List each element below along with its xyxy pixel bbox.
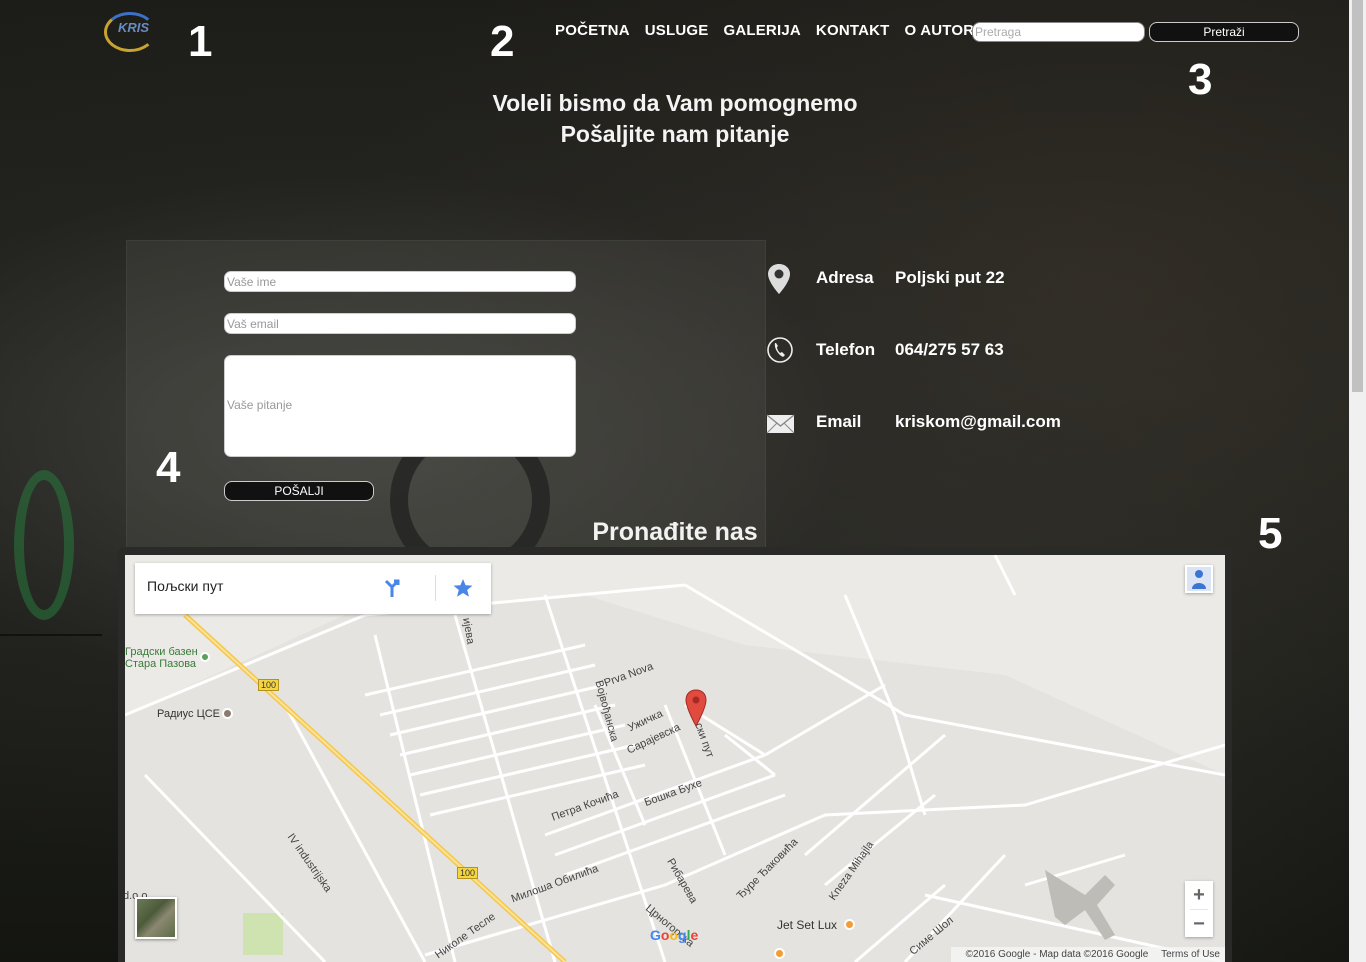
question-field[interactable] [224,355,576,457]
search-input[interactable] [972,22,1145,42]
map-label: Стара Пазова [125,658,197,670]
map-marker-icon[interactable] [685,689,707,727]
email-field[interactable] [224,313,576,334]
name-field[interactable] [224,271,576,292]
road-shield: 100 [258,679,280,691]
search-button[interactable]: Pretraži [1149,22,1299,42]
map-footer: ©2016 Google - Map data ©2016 Google Ter… [950,947,1225,962]
scrollbar-thumb[interactable] [1352,0,1363,392]
terms-of-use-link[interactable]: Terms of Use [1161,949,1220,960]
annotation-number-2: 2 [490,17,515,66]
zoom-in-button[interactable]: + [1185,881,1213,909]
poi-shop-icon [222,708,233,719]
map-place-card: Пољски пут [135,563,491,614]
address-value: Poljski put 22 [895,268,1005,287]
location-pin-icon [766,262,796,294]
nav-item-kontakt[interactable]: KONTAKT [816,22,890,39]
background-green-wheel [14,470,74,620]
address-label: Adresa [816,268,874,287]
email-label: Email [816,412,862,431]
phone-icon [766,334,796,366]
poi-restaurant-icon [844,919,855,930]
scrollbar[interactable] [1349,0,1366,962]
map-copyright: ©2016 Google - Map data ©2016 Google [965,949,1149,960]
google-logo: Google [650,927,699,943]
satellite-toggle[interactable] [135,897,177,939]
phone-label: Telefon [816,340,876,359]
card-divider [435,575,436,601]
logo[interactable]: KRIS [104,8,160,54]
map-zoom-control: + − [1185,881,1213,937]
envelope-icon [766,406,796,438]
phone-value: 064/275 57 63 [895,340,1004,359]
map-place-name: Пољски пут [147,578,224,594]
annotation-number-4: 4 [156,443,181,492]
email-value[interactable]: kriskom@gmail.com [895,412,1061,432]
main-nav: POČETNA USLUGE GALERIJA KONTAKT O AUTORU [555,22,985,39]
embedded-map[interactable]: 100 100 Градски базен Стара Пазова Радиу… [125,555,1225,962]
headline-line-2: Pošaljite nam pitanje [560,121,790,147]
contact-address: Adresa Poljski put 22 [766,262,1086,296]
street-view-pegman-icon[interactable] [1185,565,1213,593]
nav-item-usluge[interactable]: USLUGE [645,22,709,39]
contact-phone: Telefon 064/275 57 63 [766,334,1086,368]
road-shield: 100 [457,867,479,879]
map-label: Радиус ЦСЕ [157,708,221,720]
send-button[interactable]: POŠALJI [224,481,374,501]
contact-email: Email kriskom@gmail.com [766,406,1086,440]
save-star-icon[interactable] [452,577,474,599]
find-us-title: Pronađite nas [592,518,758,546]
headline-line-1: Voleli bismo da Vam pomognemo [492,90,858,116]
directions-icon[interactable] [381,577,403,599]
background-divider [0,634,102,636]
annotation-number-3: 3 [1188,55,1213,104]
logo-text: KRIS [118,20,150,35]
nav-item-pocetna[interactable]: POČETNA [555,22,630,39]
annotation-number-5: 5 [1258,509,1283,558]
annotation-number-1: 1 [188,17,213,66]
nav-item-galerija[interactable]: GALERIJA [723,22,800,39]
page-headline: Voleli bismo da Vam pomognemo Pošaljite … [430,88,920,150]
map-roads [125,555,1225,962]
zoom-out-button[interactable]: − [1185,910,1213,938]
poi-pool-icon [200,652,210,662]
poi-restaurant-icon [774,948,785,959]
map-label: Jet Set Lux [777,918,838,932]
map-label: Градски базен [125,646,198,658]
